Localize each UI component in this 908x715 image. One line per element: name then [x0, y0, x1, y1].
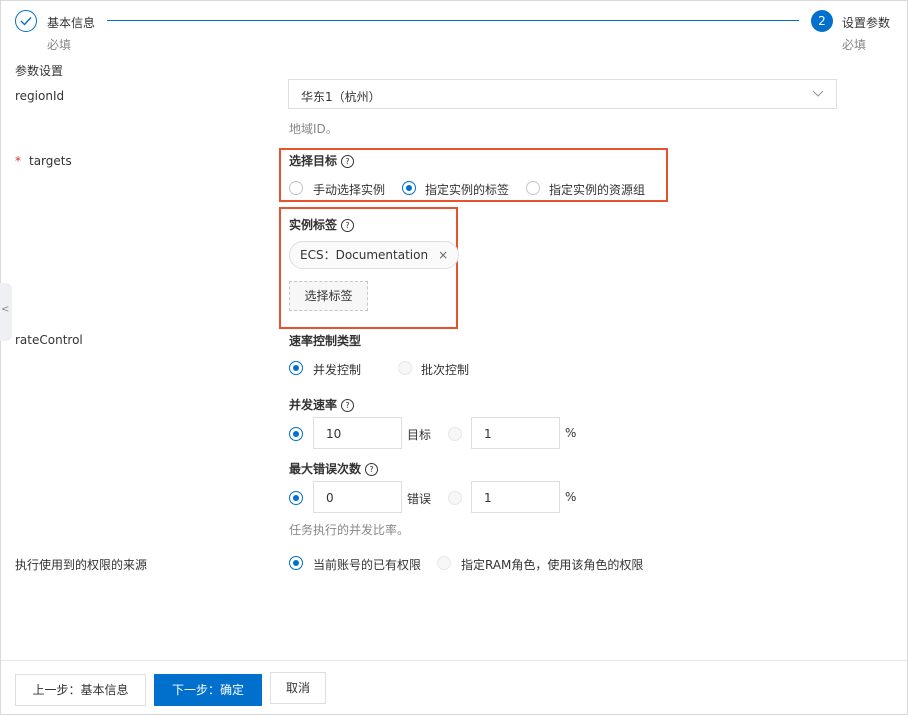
concurrency-percent-value: 1 — [484, 427, 492, 441]
step-2-title[interactable]: 设置参数 — [842, 14, 890, 31]
target-option-manual-label[interactable]: 手动选择实例 — [313, 181, 385, 198]
select-target-title: 选择目标 — [289, 154, 338, 168]
select-tags-button[interactable]: 选择标签 — [289, 281, 368, 311]
region-select[interactable]: 华东1（杭州） — [288, 79, 837, 109]
max-errors-percent-input[interactable]: 1 — [471, 481, 560, 513]
question-circle-icon[interactable]: ? — [341, 219, 355, 232]
region-help: 地域ID。 — [289, 122, 338, 136]
target-option-tags-radio[interactable] — [402, 181, 416, 195]
question-circle-icon[interactable]: ? — [365, 463, 379, 476]
concurrency-count-unit: 目标 — [407, 428, 432, 442]
max-errors-title: 最大错误次数 — [289, 462, 362, 476]
step-2-subtitle: 必填 — [842, 38, 867, 52]
rate-type-batch-label[interactable]: 批次控制 — [421, 361, 469, 378]
rate-control-label: rateControl — [15, 333, 83, 347]
max-errors-count-value: 0 — [326, 491, 334, 505]
chevron-down-icon — [812, 90, 824, 97]
max-errors-percent-unit: % — [565, 490, 577, 504]
required-mark: * — [15, 154, 21, 168]
max-errors-count-radio[interactable] — [289, 491, 303, 505]
permission-current-account-radio[interactable] — [289, 556, 303, 570]
instance-tags-title: 实例标签 — [289, 218, 338, 232]
step-2-indicator[interactable]: 2 — [811, 10, 833, 32]
step-1-subtitle: 必填 — [47, 38, 72, 52]
permission-ram-role-label[interactable]: 指定RAM角色，使用该角色的权限 — [461, 556, 643, 573]
check-icon — [20, 17, 32, 26]
concurrency-count-input[interactable]: 10 — [313, 417, 402, 449]
region-select-value: 华东1（杭州） — [301, 90, 381, 104]
target-option-resource-group-label[interactable]: 指定实例的资源组 — [549, 181, 645, 198]
step-1-title[interactable]: 基本信息 — [47, 14, 95, 31]
target-option-manual-radio[interactable] — [289, 181, 303, 195]
rate-type-concurrency-radio[interactable] — [289, 361, 303, 375]
max-errors-percent-value: 1 — [484, 491, 492, 505]
concurrency-percent-input[interactable]: 1 — [471, 417, 560, 449]
section-title: 参数设置 — [15, 64, 64, 78]
step-connector — [107, 20, 799, 21]
rate-type-concurrency-label[interactable]: 并发控制 — [313, 361, 361, 378]
select-target-title-row: 选择目标? — [289, 152, 355, 169]
chevron-left-icon: < — [1, 304, 10, 315]
next-step-button[interactable]: 下一步：确定 — [154, 674, 262, 706]
max-errors-title-row: 最大错误次数? — [289, 460, 379, 477]
question-circle-icon[interactable]: ? — [341, 155, 355, 168]
sidebar-collapse-handle[interactable]: < — [0, 283, 12, 341]
instance-tags-title-row: 实例标签? — [289, 216, 355, 233]
targets-label: targets — [29, 154, 72, 168]
instance-tag-text: ECS：Documentation — [300, 248, 429, 262]
permission-current-account-label[interactable]: 当前账号的已有权限 — [313, 556, 421, 573]
concurrency-title-row: 并发速率? — [289, 396, 355, 413]
concurrency-count-radio[interactable] — [289, 427, 303, 441]
close-icon[interactable]: × — [438, 248, 448, 262]
concurrency-count-value: 10 — [326, 427, 342, 441]
concurrency-title: 并发速率 — [289, 398, 338, 412]
permission-ram-role-radio[interactable] — [437, 556, 451, 570]
rate-type-batch-radio[interactable] — [398, 361, 412, 375]
targets-label-row: * targets — [15, 154, 72, 168]
max-errors-count-unit: 错误 — [407, 492, 432, 506]
target-option-tags-label[interactable]: 指定实例的标签 — [425, 181, 509, 198]
cancel-button[interactable]: 取消 — [270, 672, 326, 704]
question-circle-icon[interactable]: ? — [341, 399, 355, 412]
previous-step-button[interactable]: 上一步：基本信息 — [15, 674, 146, 706]
max-errors-percent-radio[interactable] — [448, 491, 462, 505]
concurrency-percent-unit: % — [565, 426, 577, 440]
rate-control-type-title: 速率控制类型 — [289, 334, 362, 348]
instance-tag-chip: ECS：Documentation × — [289, 241, 460, 269]
target-option-resource-group-radio[interactable] — [526, 181, 540, 195]
rate-control-help: 任务执行的并发比率。 — [289, 523, 410, 537]
footer-divider — [1, 660, 907, 661]
max-errors-count-input[interactable]: 0 — [313, 481, 402, 513]
region-label: regionId — [15, 89, 65, 103]
concurrency-percent-radio[interactable] — [448, 427, 462, 441]
permission-source-label: 执行使用到的权限的来源 — [15, 558, 148, 572]
step-1-done-indicator[interactable] — [15, 10, 37, 32]
